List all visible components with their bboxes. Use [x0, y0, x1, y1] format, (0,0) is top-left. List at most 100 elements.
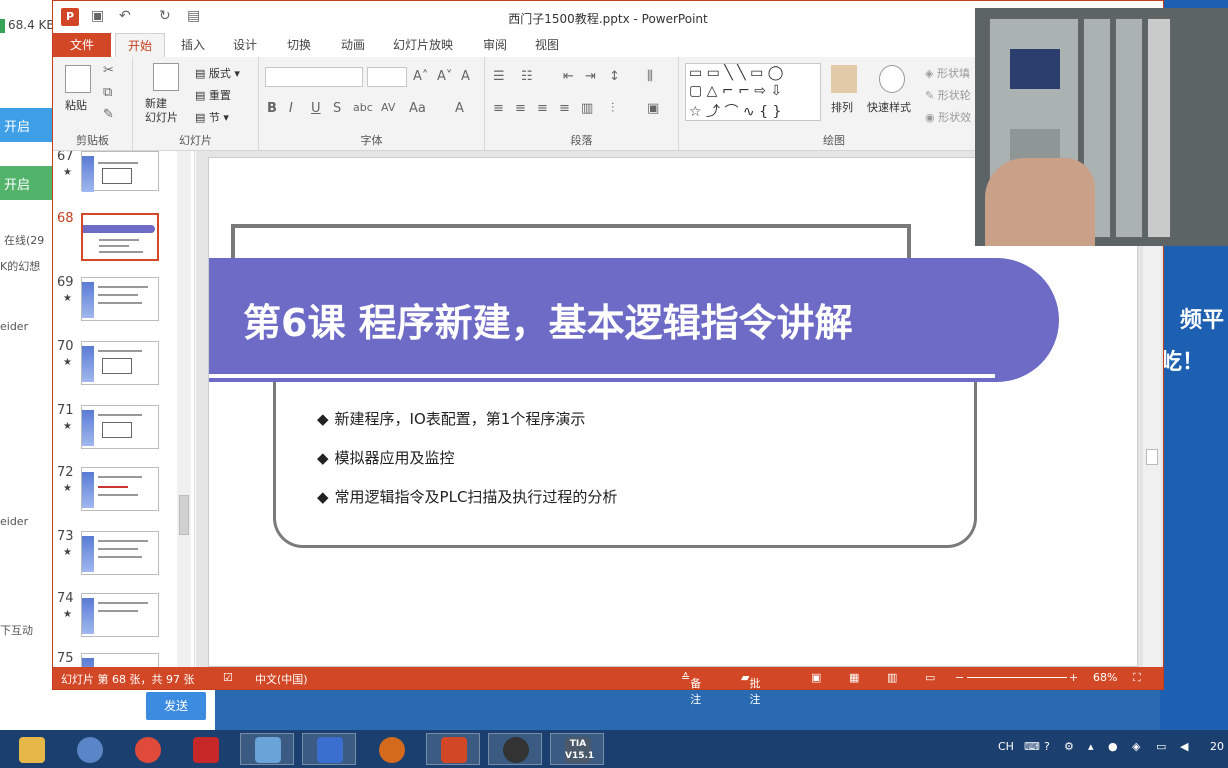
thumbnail-slide-72[interactable]: 72 ★ [53, 465, 183, 521]
taskbar-powerpoint[interactable] [426, 733, 480, 765]
quick-styles-icon[interactable] [879, 65, 905, 93]
bold-icon[interactable]: B [267, 101, 277, 116]
thumbnail-slide-74[interactable]: 74 ★ [53, 591, 183, 647]
open-button-2[interactable]: 开启 [0, 166, 55, 200]
new-slide-button[interactable]: 新建 幻灯片 [145, 97, 178, 125]
new-slide-icon[interactable] [153, 63, 179, 91]
fit-to-window-icon[interactable]: ⛶ [1133, 671, 1141, 685]
align-center-icon[interactable]: ≡ [515, 101, 526, 116]
font-size-combo[interactable] [367, 67, 407, 87]
shield-icon[interactable]: ◈ [1132, 740, 1140, 753]
shadow-icon[interactable]: S [333, 101, 341, 116]
text-direction-icon[interactable]: ⫼ [647, 69, 653, 84]
align-right-icon[interactable]: ≡ [537, 101, 548, 116]
normal-view-icon[interactable]: ▣ [811, 671, 821, 684]
copy-icon[interactable]: ⧉ [103, 85, 112, 100]
tab-slideshow[interactable]: 幻灯片放映 [381, 33, 465, 57]
tray-expand-icon[interactable]: ▴ [1088, 740, 1094, 753]
quick-styles-button[interactable]: 快速样式 [867, 99, 911, 115]
comments-button[interactable]: ▰ 批注 [741, 671, 760, 706]
settings-icon[interactable]: ⚙ [1064, 740, 1074, 753]
taskbar-camera-app[interactable] [488, 733, 542, 765]
slide-scroll-thumb[interactable] [1146, 449, 1158, 465]
taskbar-pdf-reader[interactable] [178, 733, 232, 765]
thumbnail-slide-75[interactable]: 75 [53, 651, 183, 667]
align-left-icon[interactable]: ≡ [493, 101, 504, 116]
zoom-out-icon[interactable]: − [955, 671, 964, 684]
tab-file[interactable]: 文件 [53, 33, 111, 57]
tab-transitions[interactable]: 切换 [275, 33, 323, 57]
font-color-icon[interactable]: A [455, 101, 464, 116]
network-icon[interactable]: ▭ [1156, 740, 1166, 753]
clear-format-icon[interactable]: A [461, 69, 470, 84]
taskbar-paint-app[interactable] [240, 733, 294, 765]
taskbar-recorder-app[interactable] [364, 733, 418, 765]
format-painter-icon[interactable]: ✎ [103, 107, 114, 122]
tab-insert[interactable]: 插入 [169, 33, 217, 57]
change-case-icon[interactable]: Aa [409, 101, 426, 116]
tab-design[interactable]: 设计 [221, 33, 269, 57]
distributed-icon[interactable]: ▥ [581, 101, 593, 116]
layout-button[interactable]: ▤ 版式 ▾ [195, 65, 240, 81]
tab-animations[interactable]: 动画 [329, 33, 377, 57]
italic-icon[interactable]: I [289, 101, 293, 116]
clock-text[interactable]: 20 [1210, 740, 1224, 753]
shape-outline-button[interactable]: ✎ 形状轮 [925, 87, 971, 103]
tab-review[interactable]: 审阅 [471, 33, 519, 57]
thumbnail-slide-73[interactable]: 73 ★ [53, 529, 183, 585]
taskbar-presenter-app[interactable] [302, 733, 356, 765]
font-name-combo[interactable] [265, 67, 363, 87]
title-banner[interactable]: 第6课 程序新建，基本逻辑指令讲解 [209, 258, 1059, 382]
notes-button[interactable]: ≙ 备注 [681, 671, 701, 706]
taskbar-tia-portal[interactable]: TIA V15.1 [550, 733, 604, 765]
send-button[interactable]: 发送 [146, 692, 206, 720]
arrange-icon[interactable] [831, 65, 857, 93]
open-button-1[interactable]: 开启 [0, 108, 55, 142]
smartart-icon[interactable]: ▣ [647, 101, 659, 116]
thumbnail-slide-67[interactable]: 67 ★ [53, 151, 183, 205]
app-tray-icon[interactable]: ● [1108, 740, 1118, 753]
increase-indent-icon[interactable]: ⇥ [585, 69, 596, 84]
taskbar-chrome[interactable] [120, 733, 174, 765]
zoom-slider[interactable] [967, 677, 1067, 678]
slideshow-view-icon[interactable]: ▭ [925, 671, 935, 684]
zoom-in-icon[interactable]: + [1069, 671, 1078, 684]
columns-icon[interactable]: ⫶ [611, 101, 614, 116]
bullets-icon[interactable]: ☰ [493, 69, 505, 84]
shape-fill-button[interactable]: ◈ 形状填 [925, 65, 970, 81]
shape-effects-button[interactable]: ◉ 形状效 [925, 109, 971, 125]
thumbnail-slide-71[interactable]: 71 ★ [53, 403, 183, 459]
tab-view[interactable]: 视图 [523, 33, 571, 57]
taskbar-chat-app[interactable] [62, 733, 116, 765]
thumbnail-slide-68[interactable]: 68 [53, 211, 183, 267]
shapes-gallery[interactable]: ▭ ▭ ╲ ╲ ▭ ◯ ▢ △ ⌐ ⌐ ⇨ ⇩ ☆ ⤴ ⌒ ∿ { } [685, 63, 821, 121]
reset-button[interactable]: ▤ 重置 [195, 87, 231, 103]
volume-icon[interactable]: ◀ [1180, 740, 1188, 753]
help-icon[interactable]: ? [1044, 740, 1050, 753]
spellcheck-icon[interactable]: ☑ [223, 671, 233, 684]
language-status[interactable]: 中文(中国) [255, 671, 308, 687]
thumbnail-scrollbar[interactable] [177, 151, 191, 667]
keyboard-icon[interactable]: ⌨ [1024, 740, 1040, 753]
input-method-indicator[interactable]: CH [998, 740, 1014, 753]
taskbar-file-explorer[interactable] [4, 733, 58, 765]
reading-view-icon[interactable]: ▥ [887, 671, 897, 684]
thumbnail-slide-70[interactable]: 70 ★ [53, 339, 183, 395]
char-spacing-icon[interactable]: AV [381, 101, 395, 114]
paste-button[interactable]: 粘贴 [65, 97, 87, 113]
strikethrough-icon[interactable]: abc [353, 101, 373, 114]
arrange-button[interactable]: 排列 [831, 99, 853, 115]
underline-icon[interactable]: U [311, 101, 321, 116]
thumbnail-slide-69[interactable]: 69 ★ [53, 275, 183, 331]
tab-home[interactable]: 开始 [115, 33, 166, 57]
line-spacing-icon[interactable]: ↕ [609, 69, 620, 84]
zoom-level[interactable]: 68% [1093, 671, 1117, 684]
cut-icon[interactable]: ✂ [103, 63, 114, 78]
thumbnail-scroll-thumb[interactable] [179, 495, 189, 535]
paste-icon[interactable] [65, 65, 91, 93]
justify-icon[interactable]: ≡ [559, 101, 570, 116]
slide-sorter-icon[interactable]: ▦ [849, 671, 859, 684]
shrink-font-icon[interactable]: A˅ [437, 69, 452, 84]
section-button[interactable]: ▤ 节 ▾ [195, 109, 229, 125]
grow-font-icon[interactable]: A˄ [413, 69, 428, 84]
